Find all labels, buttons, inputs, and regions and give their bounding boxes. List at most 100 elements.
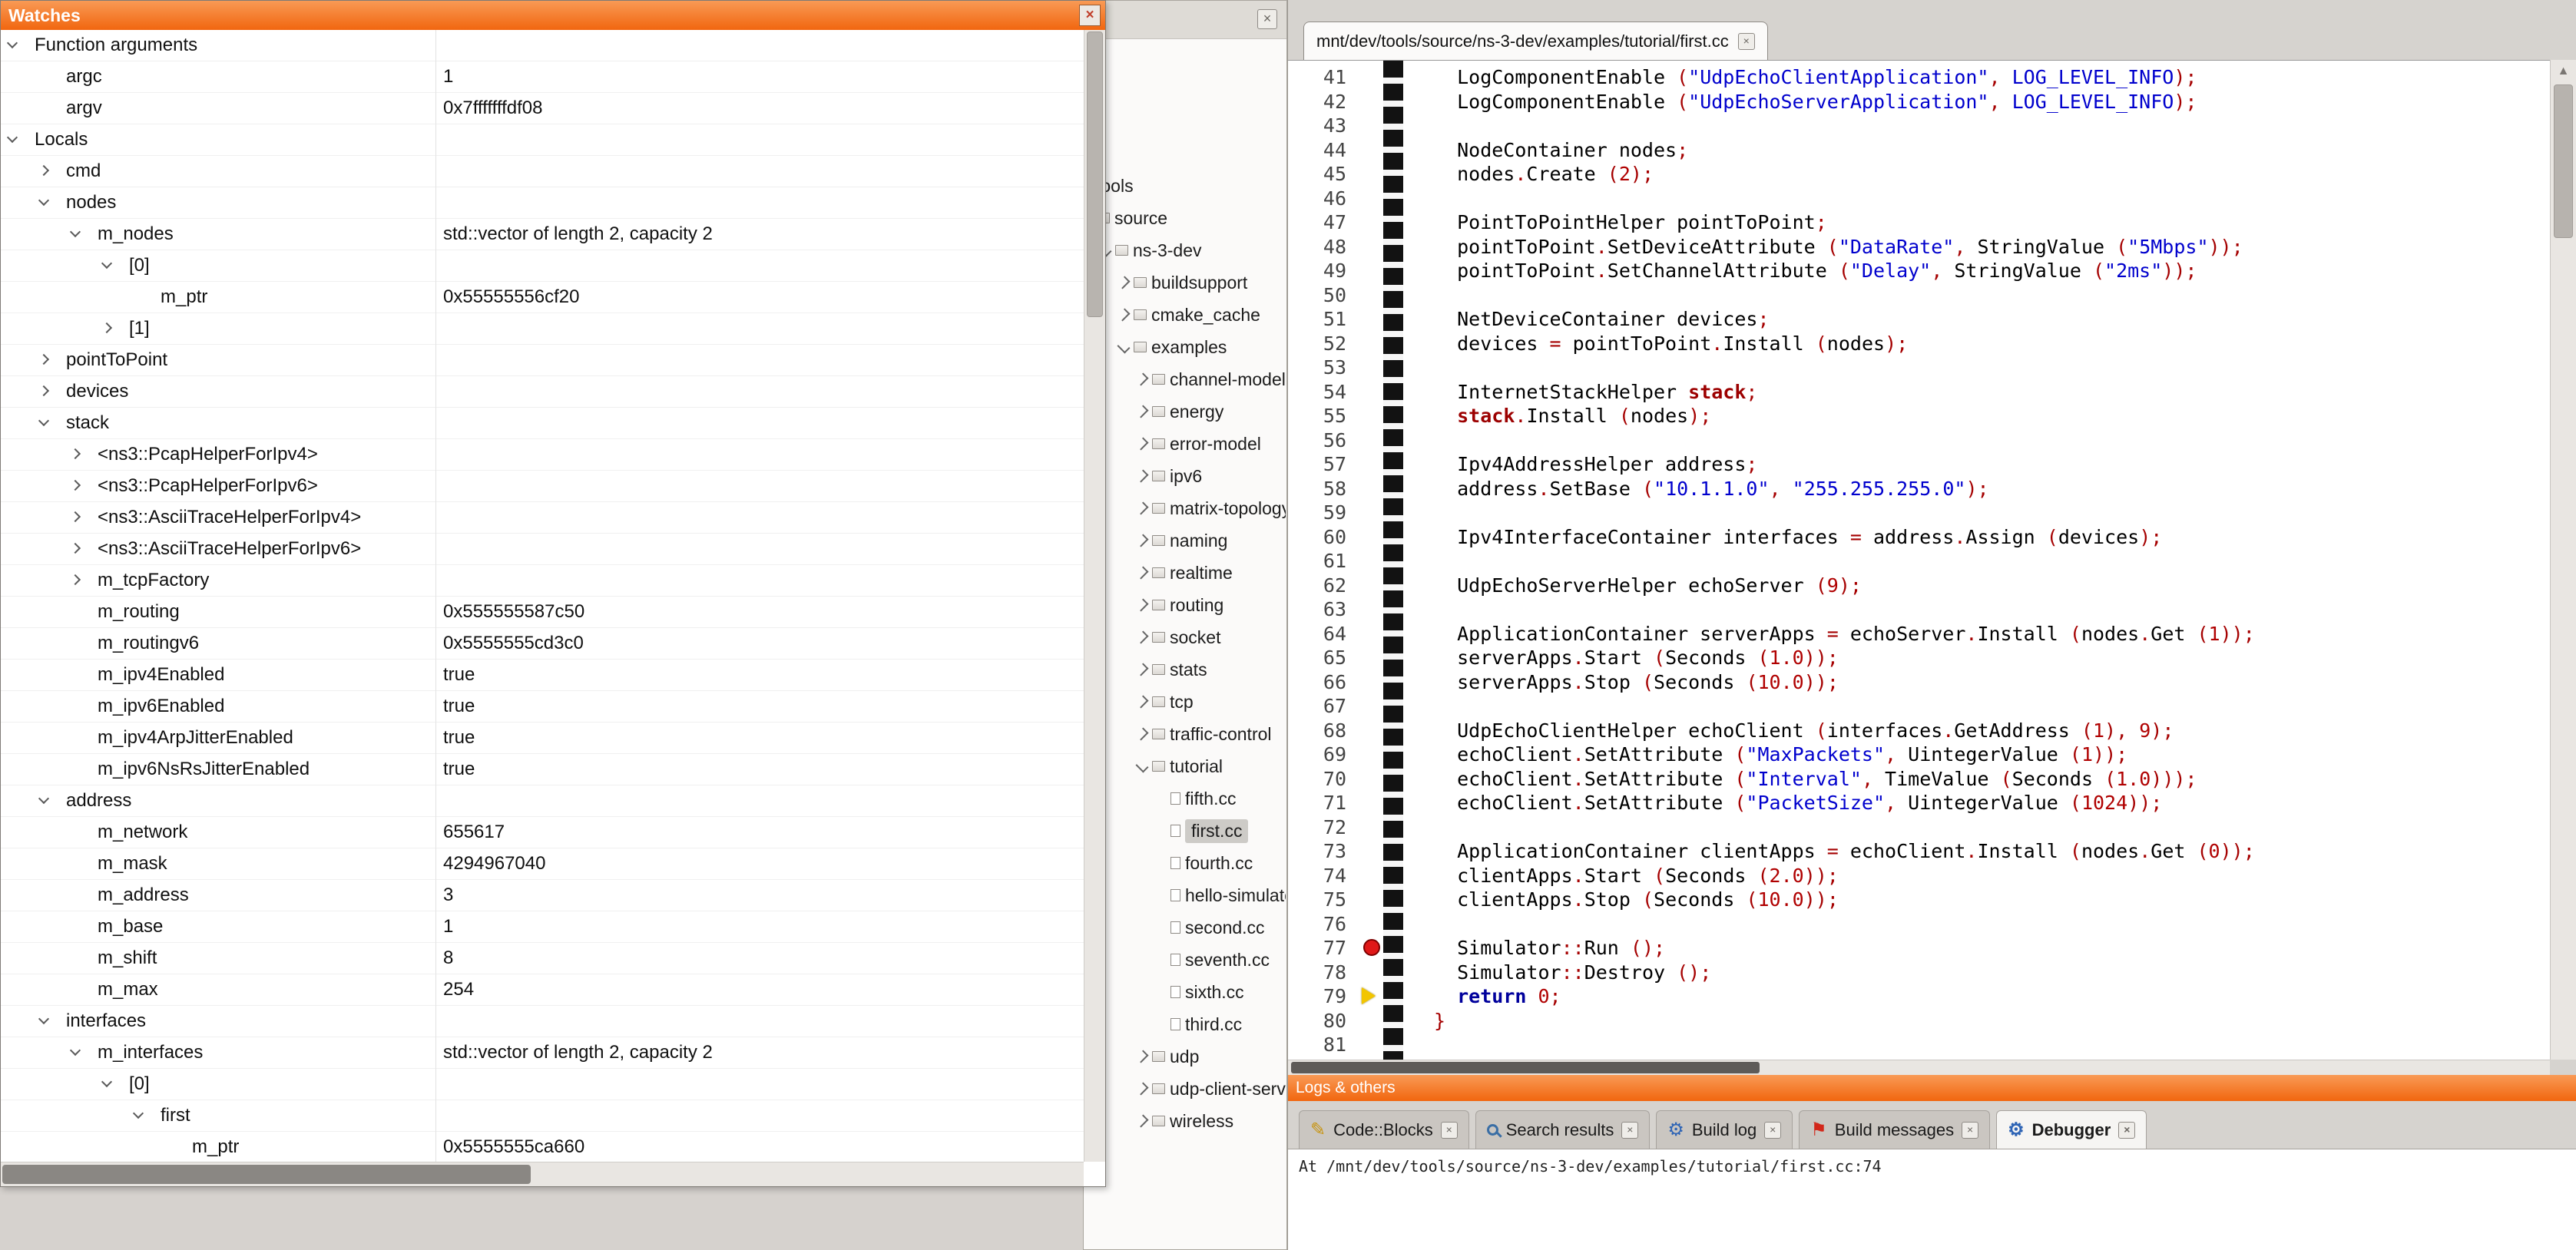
- code-text[interactable]: nodes.Create (2);: [1354, 163, 1654, 185]
- tree-item[interactable]: third.cc: [1155, 1008, 1286, 1040]
- line-number[interactable]: 47: [1288, 210, 1354, 235]
- tree-item[interactable]: fifth.cc: [1155, 782, 1286, 815]
- code-text[interactable]: [1354, 550, 1434, 572]
- code-text[interactable]: [1354, 913, 1434, 935]
- code-text[interactable]: clientApps.Start (Seconds (2.0));: [1354, 865, 1839, 887]
- tree-item[interactable]: ipv6: [1137, 460, 1286, 492]
- chevron-right-icon[interactable]: [1136, 663, 1149, 676]
- code-text[interactable]: LogComponentEnable ("UdpEchoServerApplic…: [1354, 91, 2197, 113]
- line-number[interactable]: 79: [1288, 984, 1354, 1009]
- line-number[interactable]: 67: [1288, 694, 1354, 719]
- log-tab-debugger[interactable]: ⚙Debugger×: [1996, 1110, 2147, 1149]
- chevron-down-icon[interactable]: [38, 415, 49, 426]
- watch-row[interactable]: m_nodesstd::vector of length 2, capacity…: [1, 219, 1084, 250]
- watch-row[interactable]: <ns3::PcapHelperForIpv4>: [1, 439, 1084, 471]
- tree-item[interactable]: tools: [1084, 170, 1286, 202]
- watch-row[interactable]: m_ptr0x55555556cf20: [1, 282, 1084, 313]
- chevron-right-icon[interactable]: [70, 448, 81, 459]
- line-number[interactable]: 46: [1288, 187, 1354, 211]
- watch-row[interactable]: m_routingv60x5555555cd3c0: [1, 628, 1084, 660]
- watch-row[interactable]: m_shift8: [1, 943, 1084, 974]
- editor-vertical-scrollbar[interactable]: ▲: [2550, 60, 2576, 1060]
- chevron-right-icon[interactable]: [1117, 276, 1131, 289]
- watch-row[interactable]: address: [1, 785, 1084, 817]
- code-text[interactable]: echoClient.SetAttribute ("PacketSize", U…: [1354, 792, 2162, 814]
- chevron-down-icon[interactable]: [38, 195, 49, 206]
- tree-item[interactable]: fourth.cc: [1155, 847, 1286, 879]
- chevron-right-icon[interactable]: [38, 354, 49, 365]
- scrollbar-thumb[interactable]: [2554, 84, 2573, 238]
- chevron-down-icon[interactable]: [70, 1045, 81, 1056]
- line-number[interactable]: 62: [1288, 574, 1354, 598]
- chevron-right-icon[interactable]: [101, 322, 112, 333]
- watch-row[interactable]: m_mask4294967040: [1, 848, 1084, 880]
- line-number[interactable]: 63: [1288, 597, 1354, 622]
- code-text[interactable]: address.SetBase ("10.1.1.0", "255.255.25…: [1354, 478, 1989, 500]
- watch-row[interactable]: m_interfacesstd::vector of length 2, cap…: [1, 1037, 1084, 1069]
- code-text[interactable]: NetDeviceContainer devices;: [1354, 308, 1770, 330]
- line-number[interactable]: 41: [1288, 65, 1354, 90]
- chevron-down-icon[interactable]: [1136, 760, 1149, 773]
- code-text[interactable]: [1354, 598, 1434, 620]
- code-text[interactable]: [1354, 816, 1434, 838]
- line-number[interactable]: 61: [1288, 549, 1354, 574]
- line-number[interactable]: 70: [1288, 767, 1354, 792]
- code-text[interactable]: [1354, 695, 1434, 717]
- line-number[interactable]: 50: [1288, 283, 1354, 308]
- watch-row[interactable]: <ns3::AsciiTraceHelperForIpv4>: [1, 502, 1084, 534]
- code-text[interactable]: [1354, 114, 1434, 137]
- chevron-down-icon[interactable]: [38, 793, 49, 804]
- tree-item[interactable]: source: [1084, 202, 1286, 234]
- chevron-down-icon[interactable]: [1117, 341, 1131, 354]
- line-number[interactable]: 69: [1288, 742, 1354, 767]
- log-tab-code-blocks[interactable]: ✎Code::Blocks×: [1299, 1110, 1469, 1149]
- code-text[interactable]: InternetStackHelper stack;: [1354, 381, 1757, 403]
- line-number[interactable]: 74: [1288, 864, 1354, 888]
- tree-item[interactable]: sixth.cc: [1155, 976, 1286, 1008]
- tree-item[interactable]: traffic-control: [1137, 718, 1286, 750]
- code-text[interactable]: return 0;: [1354, 985, 1561, 1007]
- watch-row[interactable]: [0]: [1, 1069, 1084, 1100]
- chevron-down-icon[interactable]: [38, 1014, 49, 1024]
- code-text[interactable]: UdpEchoClientHelper echoClient (interfac…: [1354, 719, 2174, 742]
- line-number[interactable]: 57: [1288, 452, 1354, 477]
- chevron-down-icon[interactable]: [101, 258, 112, 269]
- watch-row[interactable]: m_tcpFactory: [1, 565, 1084, 597]
- chevron-right-icon[interactable]: [1136, 373, 1149, 386]
- line-number[interactable]: 42: [1288, 90, 1354, 114]
- code-text[interactable]: [1354, 187, 1434, 210]
- code-text[interactable]: pointToPoint.SetDeviceAttribute ("DataRa…: [1354, 236, 2243, 258]
- tree-item[interactable]: udp-client-server: [1137, 1073, 1286, 1105]
- close-icon[interactable]: ×: [1764, 1122, 1781, 1139]
- tree-item[interactable]: udp: [1137, 1040, 1286, 1073]
- code-text[interactable]: [1354, 356, 1434, 379]
- chevron-right-icon[interactable]: [1136, 696, 1149, 709]
- line-number[interactable]: 73: [1288, 839, 1354, 864]
- line-number[interactable]: 51: [1288, 307, 1354, 332]
- tree-item[interactable]: wireless: [1137, 1105, 1286, 1137]
- code-text[interactable]: devices = pointToPoint.Install (nodes);: [1354, 332, 1908, 355]
- scrollbar-thumb[interactable]: [1291, 1062, 1760, 1073]
- watch-row[interactable]: interfaces: [1, 1006, 1084, 1037]
- watch-row[interactable]: first: [1, 1100, 1084, 1132]
- code-text[interactable]: serverApps.Start (Seconds (1.0));: [1354, 646, 1839, 669]
- chevron-down-icon[interactable]: [70, 227, 81, 237]
- code-text[interactable]: ApplicationContainer clientApps = echoCl…: [1354, 840, 2255, 862]
- chevron-right-icon[interactable]: [1136, 631, 1149, 644]
- code-text[interactable]: [1354, 1033, 1434, 1056]
- code-text[interactable]: UdpEchoServerHelper echoServer (9);: [1354, 574, 1862, 597]
- tree-item[interactable]: seventh.cc: [1155, 944, 1286, 976]
- code-text[interactable]: serverApps.Stop (Seconds (10.0));: [1354, 671, 1839, 693]
- chevron-right-icon[interactable]: [1136, 405, 1149, 418]
- chevron-right-icon[interactable]: [1136, 728, 1149, 741]
- watch-row[interactable]: m_ipv4Enabledtrue: [1, 660, 1084, 691]
- close-icon[interactable]: ×: [1621, 1122, 1638, 1139]
- tree-item[interactable]: examples: [1118, 331, 1286, 363]
- line-number[interactable]: 60: [1288, 525, 1354, 550]
- line-number[interactable]: 49: [1288, 259, 1354, 283]
- tree-item[interactable]: energy: [1137, 395, 1286, 428]
- line-number[interactable]: 53: [1288, 355, 1354, 380]
- chevron-right-icon[interactable]: [1136, 567, 1149, 580]
- close-icon[interactable]: ×: [1441, 1122, 1458, 1139]
- close-icon[interactable]: ×: [1962, 1122, 1978, 1139]
